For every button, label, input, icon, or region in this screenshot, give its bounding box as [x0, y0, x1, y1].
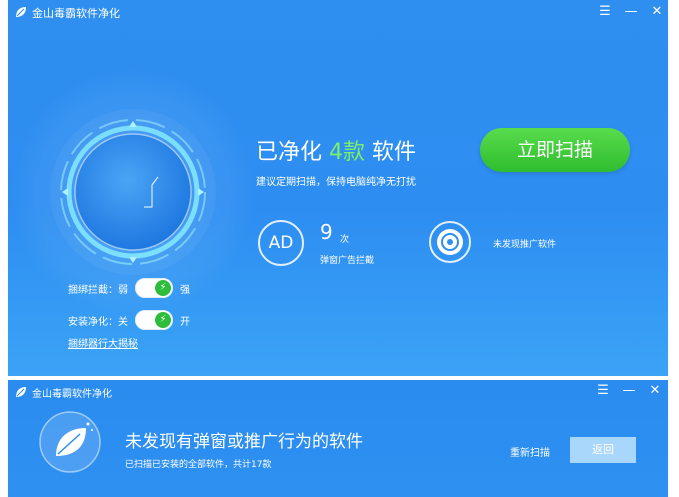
duba-logo-icon — [16, 387, 26, 397]
protection-dial — [50, 109, 216, 275]
rescan-link[interactable]: 重新扫描 — [510, 444, 550, 459]
install-clean-label: 安装净化：关 — [68, 317, 128, 328]
ad-block-icon: AD — [258, 220, 304, 266]
popup-heading: 未发现有弹窗或推广行为的软件 — [125, 432, 363, 452]
scan-advice: 建议定期扫描，保持电脑纯净无打扰 — [256, 177, 416, 188]
headline-suffix: 软件 — [372, 140, 417, 165]
ad-block-count: 9 — [320, 220, 333, 244]
duba-logo-icon — [16, 7, 26, 17]
back-button[interactable]: 返回 — [570, 437, 636, 463]
result-popup: 金山毒霸软件净化 ☰ — ✕ 未发现有弹窗或推广行为的软件 已扫描已安装的全部软… — [8, 380, 668, 497]
scan-now-button[interactable]: 立即扫描 — [480, 128, 630, 172]
bundle-block-toggle[interactable]: ⚡ — [135, 278, 173, 298]
close-icon[interactable]: ✕ — [648, 3, 666, 21]
window-title: 金山毒霸软件净化 — [32, 7, 120, 20]
minimize-icon[interactable]: — — [622, 3, 640, 21]
ad-block-label: 弹窗广告拦截 — [320, 256, 375, 266]
menu-icon[interactable]: ☰ — [596, 3, 614, 21]
bundle-reveal-link[interactable]: 捆绑器行大揭秘 — [68, 335, 138, 350]
ad-block-unit: 次 — [340, 235, 350, 245]
bolt-icon: ⚡ — [155, 280, 171, 296]
title-bar: 金山毒霸软件净化 ☰ — ✕ — [8, 0, 668, 24]
promo-status-label: 未发现推广软件 — [493, 240, 557, 250]
bundle-block-state: 强 — [180, 285, 190, 296]
bundle-block-label: 捆绑拦截：弱 — [68, 285, 128, 296]
cleaned-headline: 已净化 4款 软件 — [256, 134, 416, 166]
popup-title: 金山毒霸软件净化 — [32, 389, 112, 400]
close-icon[interactable]: ✕ — [646, 382, 664, 400]
cleaned-count: 4款 — [329, 140, 366, 165]
leaf-icon — [39, 411, 101, 473]
popup-subtitle: 已扫描已安装的全部软件，共计17款 — [125, 460, 272, 470]
install-clean-toggle[interactable]: ⚡ — [135, 310, 173, 330]
main-window: 金山毒霸软件净化 ☰ — ✕ 捆绑拦截：弱 ⚡ 强 安装净化：关 ⚡ 开 捆绑器… — [8, 0, 668, 376]
minimize-icon[interactable]: — — [620, 382, 638, 400]
menu-icon[interactable]: ☰ — [594, 382, 612, 400]
headline-prefix: 已净化 — [256, 140, 323, 165]
bolt-icon: ⚡ — [155, 312, 171, 328]
promo-scan-icon — [429, 221, 471, 263]
install-clean-state: 开 — [180, 317, 190, 328]
